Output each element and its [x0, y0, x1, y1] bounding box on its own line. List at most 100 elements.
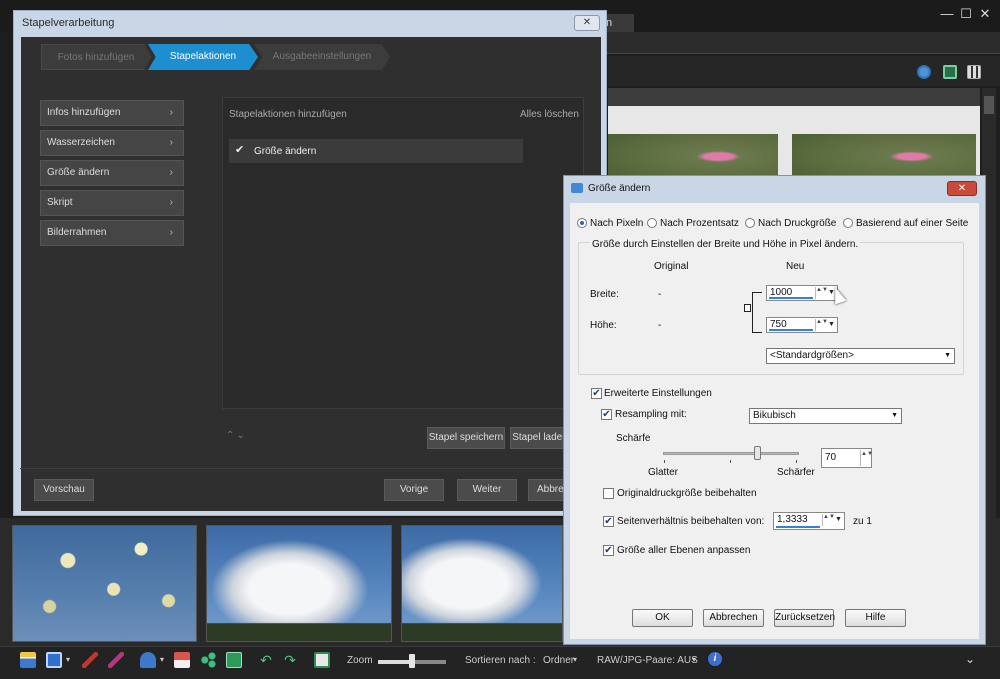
resampling-checkbox[interactable]: ✔	[601, 409, 612, 420]
checkbox-checked-icon[interactable]: ✔	[235, 145, 246, 156]
help-button[interactable]: Hilfe	[845, 609, 906, 627]
raw-jpg-dropdown-icon[interactable]: ▾	[692, 655, 696, 664]
rotate-left-icon[interactable]: ↶	[258, 652, 274, 668]
column-header-new: Neu	[786, 261, 805, 272]
app-toolbar	[608, 56, 1000, 86]
load-batch-button[interactable]: Stapel laden	[510, 427, 570, 449]
grid-view-icon[interactable]	[967, 65, 981, 79]
window-footer	[20, 468, 607, 508]
close-icon[interactable]: ✕	[978, 7, 992, 21]
person-icon[interactable]	[140, 652, 156, 668]
checkbox-label: Größe aller Ebenen anpassen	[617, 545, 751, 556]
column-header-original: Original	[654, 261, 689, 272]
height-input[interactable]: 750 ▲▼ ▼	[766, 317, 838, 333]
person-dropdown-icon[interactable]: ▾	[160, 655, 164, 664]
action-resize[interactable]: Größe ändern ›	[40, 160, 184, 186]
radio-by-percent[interactable]	[647, 218, 657, 228]
zoom-slider-fill	[378, 660, 412, 664]
save-batch-button[interactable]: Stapel speichern	[427, 427, 505, 449]
info-icon[interactable]: i	[708, 652, 722, 666]
maximize-icon[interactable]: ☐	[959, 7, 973, 21]
sharpness-slider-thumb[interactable]	[754, 446, 761, 460]
keep-print-size-checkbox[interactable]	[603, 488, 614, 499]
action-script[interactable]: Skript ›	[40, 190, 184, 216]
checkbox-label: Resampling mit:	[615, 409, 687, 420]
filmstrip-thumbnail[interactable]	[12, 525, 197, 642]
spinner-arrows-icon[interactable]: ▲▼	[815, 287, 828, 299]
ok-button[interactable]: OK	[632, 609, 693, 627]
clear-all-link[interactable]: Alles löschen	[520, 109, 579, 120]
aspect-ratio-suffix: zu 1	[853, 516, 872, 527]
next-button[interactable]: Weiter	[457, 479, 517, 501]
reorder-arrows-icon[interactable]: ⌃⌄	[226, 430, 247, 441]
slideshow-icon[interactable]	[226, 652, 242, 668]
action-item-label: Größe ändern	[254, 146, 317, 157]
advanced-settings-checkbox[interactable]: ✔	[591, 388, 602, 399]
action-picture-frame[interactable]: Bilderrahmen ›	[40, 220, 184, 246]
minimize-icon[interactable]: —	[940, 7, 954, 21]
action-watermark[interactable]: Wasserzeichen ›	[40, 130, 184, 156]
checkbox-label: Originaldruckgröße beibehalten	[617, 488, 757, 499]
print-icon[interactable]	[174, 652, 190, 668]
retouch-brush-icon[interactable]	[82, 652, 98, 668]
lock-icon[interactable]	[744, 304, 751, 312]
sort-dropdown[interactable]: Ordner	[543, 655, 574, 666]
rotate-right-icon[interactable]: ↷	[282, 652, 298, 668]
spinner-arrows-icon[interactable]: ▲▼	[822, 514, 835, 526]
radio-by-pixels[interactable]	[577, 218, 587, 228]
width-label: Breite:	[590, 289, 619, 300]
radio-by-print-size[interactable]	[745, 218, 755, 228]
input-underline	[776, 526, 820, 528]
preview-button[interactable]: Vorschau	[34, 479, 94, 501]
radio-label: Basierend auf einer Seite	[856, 218, 969, 229]
input-underline	[769, 329, 813, 331]
sort-dropdown-icon[interactable]: ▾	[573, 655, 577, 664]
share-icon[interactable]	[200, 652, 216, 668]
spinner-arrows-icon[interactable]: ▲▼	[860, 450, 873, 466]
close-icon[interactable]: ✕	[947, 181, 977, 196]
image-view-icon[interactable]	[943, 65, 957, 79]
list-view-icon[interactable]	[46, 652, 62, 668]
close-icon[interactable]: ✕	[574, 15, 600, 31]
slider-tick	[730, 460, 731, 463]
height-label: Höhe:	[590, 320, 617, 331]
filmstrip-thumbnail[interactable]	[206, 525, 392, 642]
dropdown-arrow-icon[interactable]: ▼	[827, 319, 836, 331]
radio-by-side[interactable]	[843, 218, 853, 228]
brush-icon[interactable]	[108, 652, 124, 668]
chevron-right-icon: ›	[169, 197, 173, 208]
action-add-info[interactable]: Infos hinzufügen ›	[40, 100, 184, 126]
window-title: Stapelverarbeitung	[22, 17, 115, 29]
step-batch-actions[interactable]: Stapelaktionen	[148, 44, 258, 70]
cancel-button[interactable]: Abbrechen	[703, 609, 764, 627]
expand-chevron-icon[interactable]: ⌄	[962, 652, 978, 668]
sharpness-input[interactable]: 70 ▲▼	[821, 448, 873, 468]
timer-icon[interactable]	[314, 652, 330, 668]
aspect-ratio-input[interactable]: 1,3333 ▲▼ ▼	[773, 512, 845, 530]
cancel-button[interactable]: Abbrechen	[528, 479, 564, 501]
standard-sizes-select[interactable]: <Standardgrößen> ▼	[766, 348, 955, 364]
width-input[interactable]: 1000 ▲▼ ▼	[766, 285, 838, 301]
organizer-icon[interactable]	[20, 652, 36, 668]
resize-all-layers-checkbox[interactable]: ✔	[603, 545, 614, 556]
filmstrip-thumbnail[interactable]	[401, 525, 563, 642]
zoom-slider-thumb[interactable]	[409, 654, 415, 668]
chevron-right-icon: ›	[169, 137, 173, 148]
scrollbar-thumb[interactable]	[984, 96, 994, 114]
resampling-method-select[interactable]: Bikubisch ▼	[749, 408, 902, 424]
back-button[interactable]: Vorige	[384, 479, 444, 501]
spinner-arrows-icon[interactable]: ▲▼	[815, 319, 828, 331]
dropdown-arrow-icon[interactable]: ▼	[834, 514, 843, 526]
keep-aspect-ratio-checkbox[interactable]: ✔	[603, 516, 614, 527]
reset-button[interactable]: Zurücksetzen	[774, 609, 835, 627]
checkmark-icon: ✔	[602, 409, 611, 420]
select-value: Bikubisch	[753, 410, 796, 421]
raw-jpg-pairs-dropdown[interactable]: RAW/JPG-Paare: AUS	[597, 655, 698, 666]
sharpness-slider-track[interactable]	[663, 452, 799, 455]
globe-icon[interactable]	[917, 65, 931, 79]
list-view-dropdown-icon[interactable]: ▾	[66, 655, 70, 664]
step-output-settings[interactable]: Ausgabeeinstellungen	[254, 44, 390, 70]
step-add-photos[interactable]: Fotos hinzufügen	[41, 44, 151, 70]
sort-label: Sortieren nach :	[465, 655, 536, 666]
dropdown-arrow-icon: ▼	[891, 412, 898, 419]
